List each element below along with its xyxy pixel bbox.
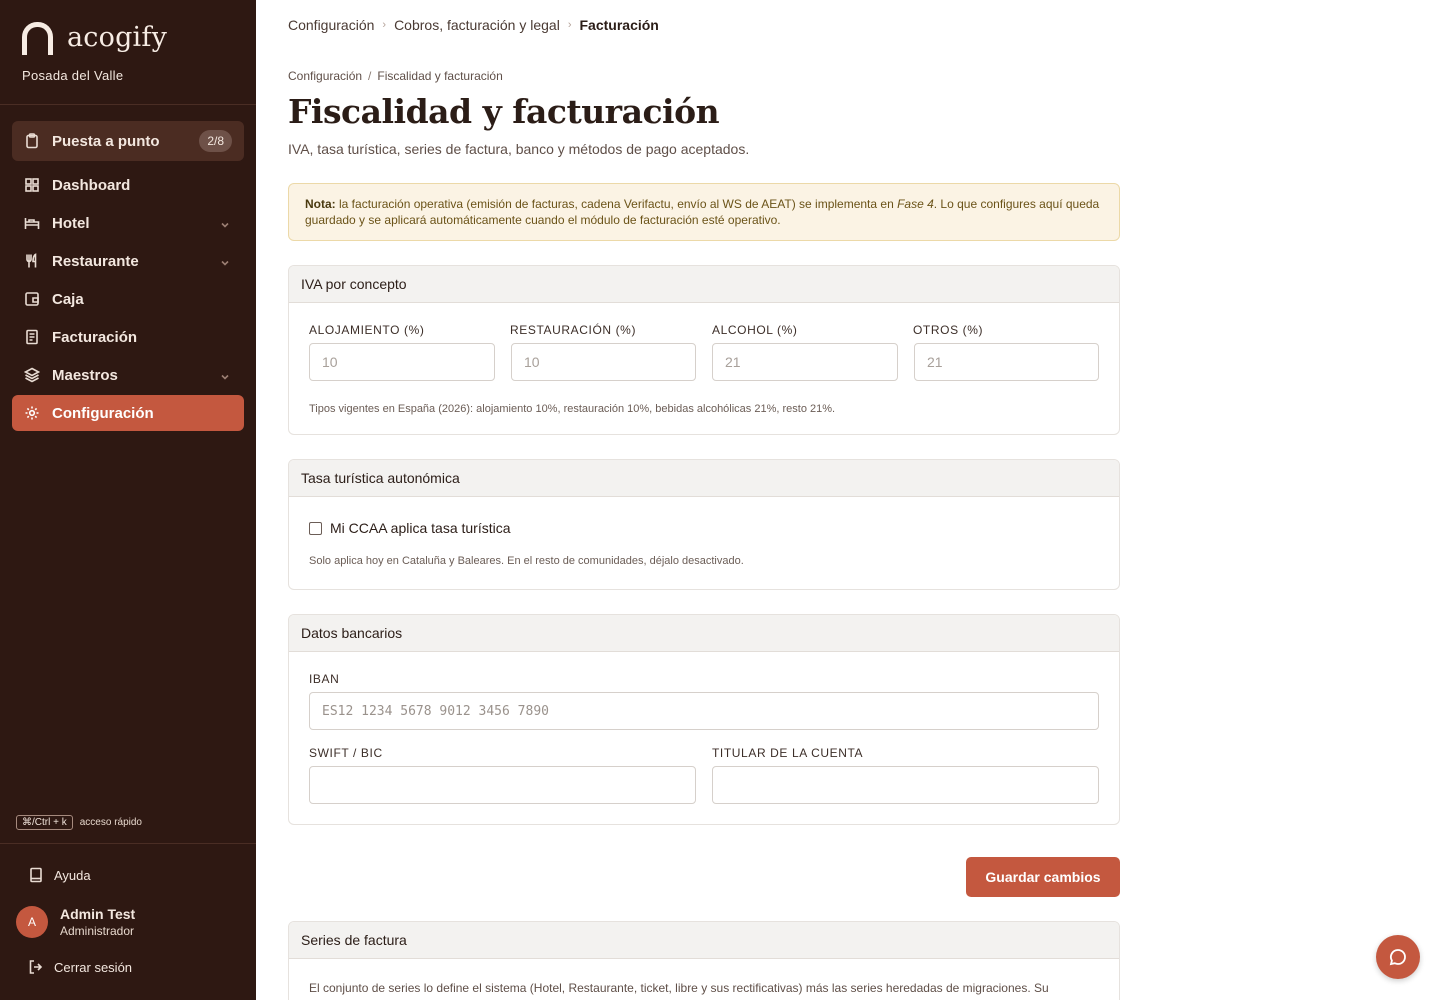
iva-hint: Tipos vigentes en España (2026): alojami… [309,403,836,415]
receipt-icon [24,329,40,345]
checkbox-label[interactable]: Mi CCAA aplica tasa turística [330,520,511,536]
sidebar-item-label: Facturación [52,328,138,346]
iva-restauracion-input[interactable]: 10 [511,343,696,381]
tasa-hint: Solo aplica hoy en Cataluña y Baleares. … [309,555,744,567]
sidebar-item-dashboard[interactable]: Dashboard [12,167,244,203]
titular-input[interactable] [712,766,1099,804]
swift-input[interactable] [309,766,696,804]
layers-icon [24,367,40,383]
breadcrumb-item[interactable]: Cobros, facturación y legal [394,17,560,33]
sidebar-item-maestros[interactable]: Maestros [12,357,244,393]
chevron-right-icon: › [382,19,387,31]
avatar: A [16,906,48,938]
tasa-turistica-card: Tasa turística autonómica Mi CCAA aplica… [288,459,1120,590]
save-button[interactable]: Guardar cambios [966,857,1120,897]
sidebar-divider [0,843,256,844]
sub-breadcrumb-item[interactable]: Configuración [288,69,362,83]
sidebar-item-facturacion[interactable]: Facturación [12,319,244,355]
field-label: TITULAR DE LA CUENTA [712,746,864,760]
sidebar-item-hotel[interactable]: Hotel [12,205,244,241]
chevron-down-icon[interactable] [220,217,230,228]
help-label: Ayuda [54,867,91,883]
user-name: Admin Test [60,906,136,922]
note-text: la facturación operativa (emisión de fac… [335,197,898,211]
grid-icon [24,177,40,193]
user-role: Administrador [60,924,135,938]
series-description: El conjunto de series lo define el siste… [309,981,1049,995]
chevron-down-icon[interactable] [220,369,230,380]
sidebar-item-label: Restaurante [52,252,139,270]
sidebar-item-caja[interactable]: Caja [12,281,244,317]
sidebar-nav: Puesta a punto 2/8 Dashboard Hotel Resta… [12,121,244,433]
field-label: IBAN [309,672,340,686]
sidebar-item-label: Puesta a punto [52,132,160,150]
brand-logo[interactable]: acogify [22,22,167,55]
sidebar-item-setup[interactable]: Puesta a punto 2/8 [12,121,244,161]
chevron-down-icon[interactable] [220,255,230,266]
breadcrumb-separator: / [368,69,372,83]
shortcut-label: acceso rápido [79,817,142,828]
iva-card: IVA por concepto ALOJAMIENTO (%) 10 REST… [288,265,1120,435]
field-label: OTROS (%) [913,323,984,337]
field-label: RESTAURACIÓN (%) [510,323,637,337]
sidebar-item-label: Caja [52,290,84,308]
series-factura-card: Series de factura El conjunto de series … [288,921,1120,1000]
breadcrumb: Configuración › Cobros, facturación y le… [288,17,659,33]
clipboard-icon [24,133,40,149]
datos-bancarios-card: Datos bancarios IBAN ES12 1234 5678 9012… [288,614,1120,825]
utensils-icon [24,253,40,269]
page-subtitle: IVA, tasa turística, series de factura, … [288,141,750,157]
gear-icon [24,405,40,421]
iva-otros-input[interactable]: 21 [914,343,1099,381]
sidebar-item-restaurante[interactable]: Restaurante [12,243,244,279]
chat-button[interactable] [1376,935,1420,979]
note-bold: Nota: [305,197,336,211]
page-title: Fiscalidad y facturación [288,92,720,131]
logout-link[interactable]: Cerrar sesión [28,959,132,975]
setup-progress-badge: 2/8 [199,130,232,152]
iban-input[interactable]: ES12 1234 5678 9012 3456 7890 [309,692,1099,730]
field-label: ALOJAMIENTO (%) [309,323,425,337]
iva-alojamiento-input[interactable]: 10 [309,343,495,381]
user-profile[interactable]: A Admin Test Administrador [16,906,135,938]
bed-icon [24,215,40,231]
sidebar-item-configuracion[interactable]: Configuración [12,395,244,431]
brand-name: acogify [67,22,168,53]
help-link[interactable]: Ayuda [28,867,91,883]
sidebar-divider [0,104,256,105]
chat-bubble-icon [1389,949,1406,966]
card-title: Tasa turística autonómica [289,460,1119,497]
sidebar-item-label: Maestros [52,366,118,384]
sub-breadcrumb: Configuración / Fiscalidad y facturación [288,69,503,83]
sidebar-item-label: Dashboard [52,176,131,194]
card-title: Datos bancarios [289,615,1119,652]
tasa-turistica-checkbox[interactable] [309,521,322,535]
quick-access-hint: ⌘/Ctrl + k acceso rápido [16,815,142,830]
field-label: SWIFT / BIC [309,746,383,760]
sidebar: acogify Posada del Valle Puesta a punto … [0,0,256,1000]
iva-alcohol-input[interactable]: 21 [712,343,898,381]
tasa-turistica-checkbox-row[interactable]: Mi CCAA aplica tasa turística [309,520,511,536]
brand-mark-icon [22,22,53,55]
chevron-right-icon: › [567,19,572,31]
card-title: Series de factura [289,922,1119,959]
logout-label: Cerrar sesión [54,959,133,975]
card-title: IVA por concepto [289,266,1119,303]
sidebar-item-label: Hotel [52,214,90,232]
note-italic: Fase 4 [897,197,934,211]
book-icon [30,867,42,883]
wallet-icon [24,291,40,307]
hotel-name: Posada del Valle [22,68,124,83]
field-label: ALCOHOL (%) [712,323,798,337]
keyboard-shortcut: ⌘/Ctrl + k [16,815,73,830]
breadcrumb-current: Facturación [579,17,659,33]
sidebar-item-label: Configuración [52,404,154,422]
logout-icon [29,960,43,974]
info-note: Nota: la facturación operativa (emisión … [288,183,1120,241]
breadcrumb-item[interactable]: Configuración [288,17,374,33]
sub-breadcrumb-current: Fiscalidad y facturación [377,69,503,83]
